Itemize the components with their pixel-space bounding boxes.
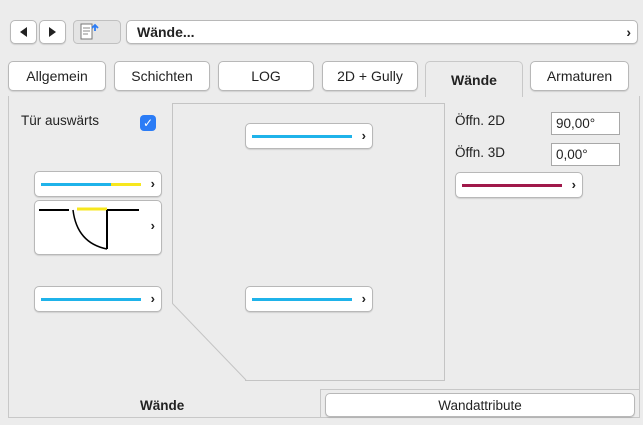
title-text: Wände...: [137, 24, 195, 40]
tab-label: Wände: [451, 71, 497, 88]
opening-2d-label: Öffn. 2D: [455, 113, 506, 128]
door-swing-icon: [39, 207, 139, 250]
wall-line-style-button-center-bottom[interactable]: ›: [245, 286, 373, 312]
tab-log[interactable]: LOG: [218, 61, 314, 91]
chevron-right-icon: ›: [626, 24, 631, 40]
wall-line-style-button-left-bottom[interactable]: ›: [34, 286, 162, 312]
yellow-line-swatch: [111, 183, 141, 186]
tab-label: Schichten: [131, 68, 193, 84]
chevron-right-icon: ›: [150, 176, 155, 191]
opening-2d-field[interactable]: 90,00°: [551, 112, 620, 135]
wall-line-style-button-left-top[interactable]: ›: [34, 171, 162, 197]
tab-2d-gully[interactable]: 2D + Gully: [322, 61, 418, 91]
divider: [320, 389, 640, 390]
door-outward-checkbox[interactable]: ✓: [140, 115, 156, 131]
tab-armaturen[interactable]: Armaturen: [530, 61, 629, 91]
chevron-right-icon: ›: [571, 177, 576, 192]
opening-3d-field[interactable]: 0,00°: [551, 143, 620, 166]
checkmark-icon: ✓: [142, 116, 154, 130]
door-swing-button[interactable]: ›: [34, 200, 162, 255]
arrow-left-icon: [20, 27, 27, 37]
red-line-swatch: [462, 184, 562, 187]
wall-line-style-button-center-top[interactable]: ›: [245, 123, 373, 149]
next-button[interactable]: [39, 20, 66, 44]
previous-button[interactable]: [10, 20, 37, 44]
chevron-right-icon: ›: [361, 291, 366, 306]
tab-label: LOG: [251, 68, 281, 84]
wall-attributes-button[interactable]: Wandattribute: [325, 393, 635, 417]
diagonal-divider: [172, 303, 247, 381]
divider: [245, 380, 445, 381]
button-label: Wandattribute: [438, 397, 522, 413]
document-arrow-icon[interactable]: [73, 20, 121, 44]
tab-label: 2D + Gully: [337, 68, 403, 84]
door-outward-label: Tür auswärts: [21, 113, 100, 128]
tab-label: Allgemein: [26, 68, 88, 84]
divider: [172, 103, 173, 303]
arrow-right-icon: [49, 27, 56, 37]
divider: [320, 389, 321, 418]
title-dropdown[interactable]: Wände... ›: [126, 20, 638, 44]
blue-line-swatch: [41, 298, 141, 301]
tab-label: Armaturen: [546, 68, 613, 84]
chevron-right-icon: ›: [361, 128, 366, 143]
tab-waende[interactable]: Wände: [425, 61, 523, 97]
blue-line-swatch: [252, 135, 352, 138]
opening-3d-label: Öffn. 3D: [455, 145, 506, 160]
opening-line-style-button[interactable]: ›: [455, 172, 583, 198]
chevron-right-icon: ›: [150, 291, 155, 306]
tab-allgemein[interactable]: Allgemein: [8, 61, 106, 91]
chevron-right-icon: ›: [150, 218, 155, 233]
blue-line-swatch: [252, 298, 352, 301]
tab-schichten[interactable]: Schichten: [114, 61, 210, 91]
blue-line-swatch: [41, 183, 111, 186]
walls-section-tab[interactable]: Wände: [140, 398, 184, 413]
